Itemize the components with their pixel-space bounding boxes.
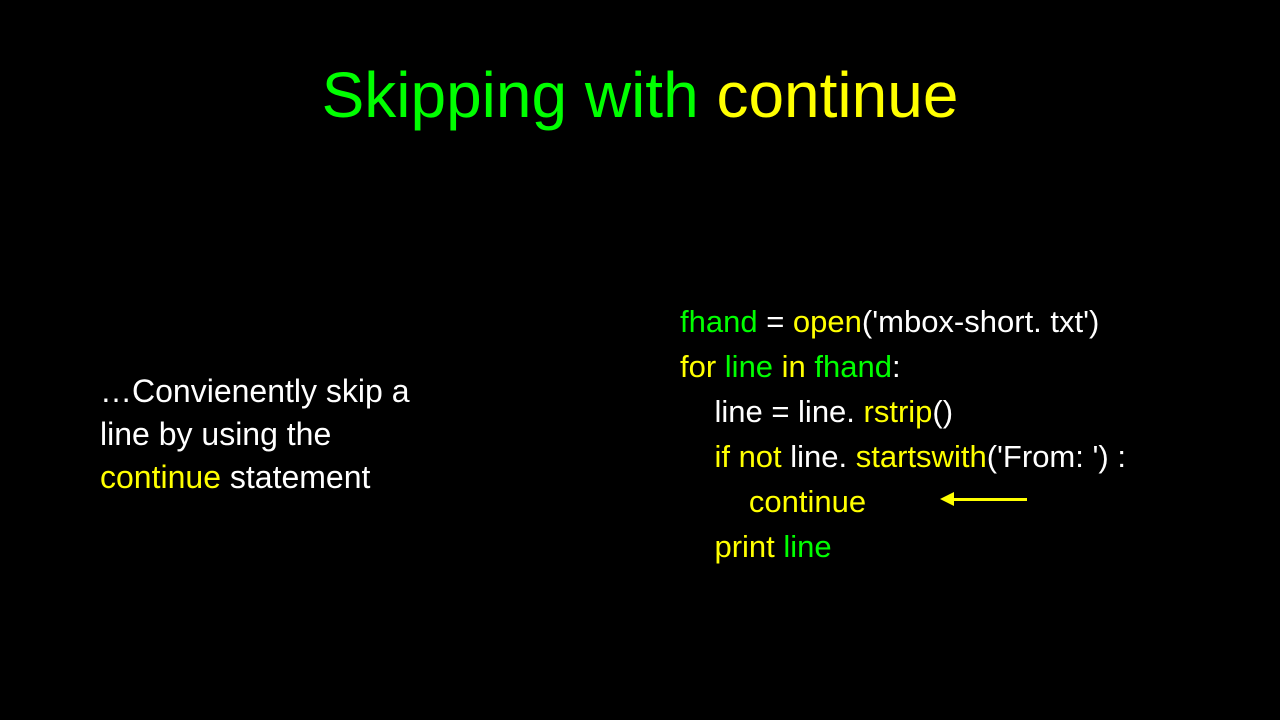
code-kw-in: in [782, 349, 815, 384]
title-part1: Skipping with [322, 59, 699, 131]
code-block: fhand = open('mbox-short. txt') for line… [680, 300, 1126, 570]
arrow-left-icon [940, 492, 1030, 506]
slide-title: Skipping with continue [0, 60, 1280, 130]
code-fn-startswith: startswith [856, 439, 987, 474]
body-line3-rest: statement [221, 459, 370, 495]
body-text: …Convienently skip a line by using the c… [100, 370, 530, 500]
body-line1: …Convienently skip a [100, 373, 409, 409]
code-kw-print: print [714, 529, 783, 564]
code-kw-continue: continue [749, 484, 866, 519]
body-continue-keyword: continue [100, 459, 221, 495]
code-kw-if-not: if not [714, 439, 790, 474]
title-part2: continue [716, 59, 958, 131]
code-var-fhand: fhand [680, 304, 758, 339]
body-line2: line by using the [100, 416, 331, 452]
code-fn-open: open [793, 304, 862, 339]
code-fn-rstrip: rstrip [864, 394, 933, 429]
code-kw-for: for [680, 349, 725, 384]
